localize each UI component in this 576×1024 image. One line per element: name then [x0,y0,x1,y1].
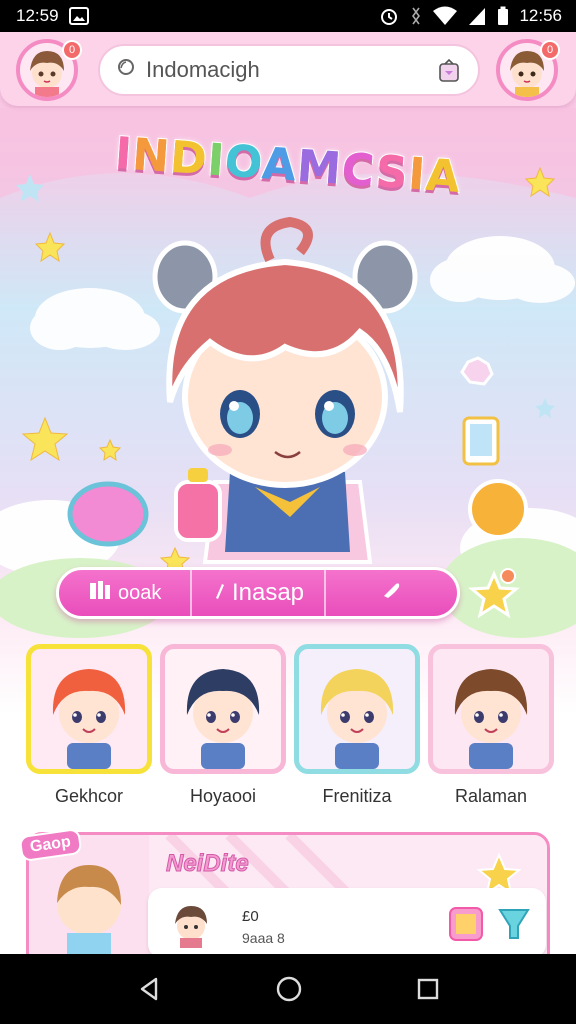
star-badge-icon[interactable] [466,566,522,622]
app-header: 0 Indomacigh 0 [0,32,576,106]
signal-icon [467,6,487,26]
title-letter: D [167,131,210,186]
gift-icon[interactable] [446,902,486,944]
message-name: £0 [242,908,259,925]
pill-item-heart[interactable] [326,570,457,616]
status-bar: 12:59 12:56 [0,0,576,32]
status-right-time: 12:56 [519,6,562,25]
character-portrait [160,644,286,774]
search-icon [116,57,138,84]
pill-item-pencil[interactable]: Inasap [192,570,326,616]
vibrate-icon [409,6,423,26]
gallery-icon [68,7,89,25]
home-icon[interactable] [275,975,303,1003]
pill-item-book[interactable]: ooak [59,570,193,616]
title-letter: N [130,128,173,184]
notification-badge: 0 [62,40,82,60]
avatar [175,906,207,948]
quick-action-bar: ooak Inasap [56,567,460,619]
character-name: Hoyaooi [189,786,257,806]
character-card[interactable]: Hoyaooi [160,644,286,807]
system-nav-bar [0,954,576,1024]
character-portrait [26,644,152,774]
character-name: Gekhcor [54,786,124,806]
pill-label: ooak [117,581,162,604]
bag-icon[interactable] [436,57,462,83]
message-card[interactable]: £0 9aaa 8 [148,888,546,954]
character-portrait [294,644,420,774]
wifi-icon [433,6,458,26]
alarm-icon [379,6,399,26]
book-icon [88,579,112,607]
character-card[interactable]: Gekhcor [26,644,152,807]
search-bar[interactable]: Indomacigh [98,44,480,96]
character-portrait [428,644,554,774]
character-card[interactable]: Frenitiza [294,644,420,807]
heart-icon [380,579,402,607]
character-name: Frenitiza [322,786,392,806]
panel-title: NeiDite [166,850,250,878]
battery-icon [497,6,509,26]
recents-icon[interactable] [416,977,440,1001]
back-icon[interactable] [136,976,162,1002]
search-input[interactable]: Indomacigh [146,57,428,83]
pill-label: Inasap [231,579,305,606]
message-subtext: 9aaa 8 [242,930,285,946]
character-name: Ralaman [454,786,528,806]
cup-icon[interactable] [494,902,534,944]
notification-badge: 0 [540,40,560,60]
status-time: 12:59 [16,6,59,25]
character-card[interactable]: Ralaman [428,644,554,807]
character-list: Gekhcor Hoyaooi Frenitiza Ralaman [26,644,554,807]
hero-character [67,216,528,564]
app-screen: 0 Indomacigh 0 INDIOAMCSIA ooak Inasap G… [0,32,576,954]
pencil-icon [212,579,226,607]
